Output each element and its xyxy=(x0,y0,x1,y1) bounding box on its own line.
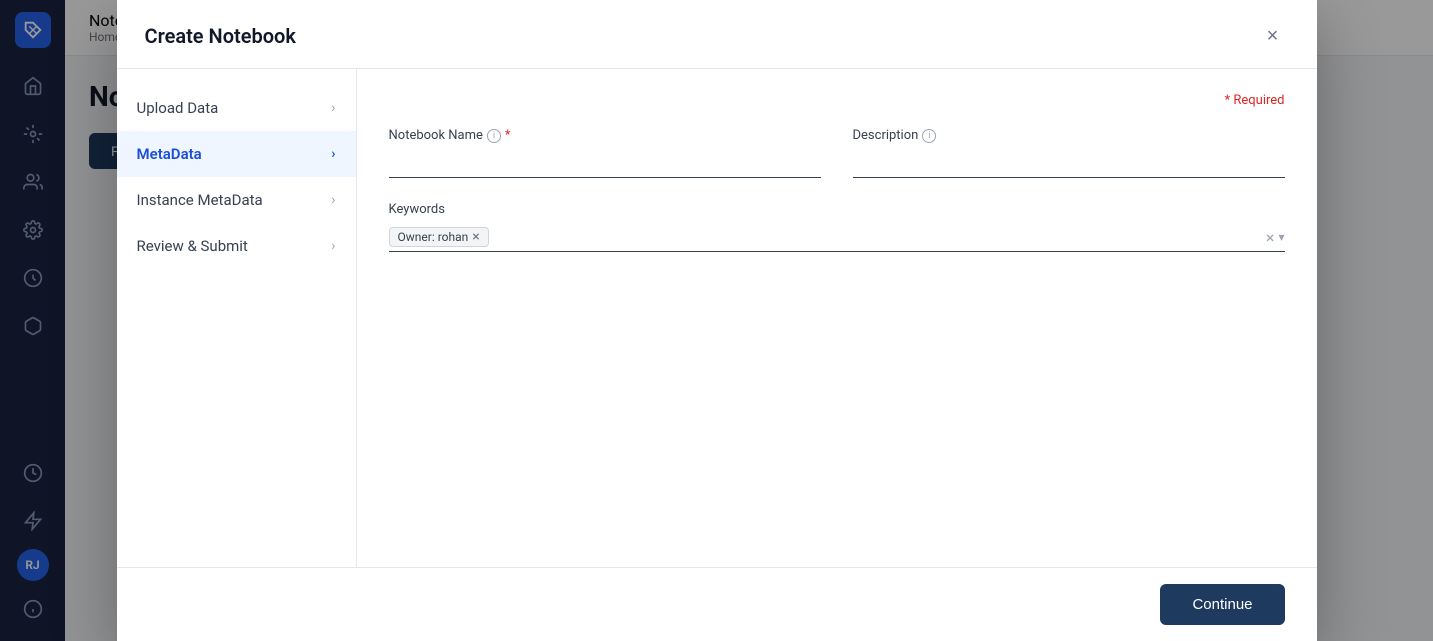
notebook-name-label: Notebook Name i * xyxy=(389,128,821,143)
keywords-dropdown-icon[interactable]: ▾ xyxy=(1278,230,1284,244)
step-metadata-label: MetaData xyxy=(137,145,202,163)
keywords-controls[interactable]: × ▾ xyxy=(1266,228,1285,247)
step-review-submit[interactable]: Review & Submit › xyxy=(117,223,356,269)
continue-button[interactable]: Continue xyxy=(1160,584,1284,625)
modal-body: Upload Data › MetaData › Instance MetaDa… xyxy=(117,69,1317,567)
form-spacer xyxy=(389,276,1285,543)
notebook-name-info-icon: i xyxy=(487,129,501,143)
step-upload-data-label: Upload Data xyxy=(137,99,219,117)
keywords-field: Keywords Owner: rohan × × ▾ xyxy=(389,202,1285,252)
description-info-icon: i xyxy=(922,129,936,143)
keywords-input-container[interactable]: Owner: rohan × × ▾ xyxy=(389,223,1285,252)
required-note: * Required xyxy=(389,93,1285,108)
modal-box: Create Notebook × Upload Data › MetaData… xyxy=(117,0,1317,641)
create-notebook-modal: Create Notebook × Upload Data › MetaData… xyxy=(0,0,1433,641)
description-field: Description i xyxy=(853,128,1285,178)
step-upload-data-chevron: › xyxy=(331,100,335,116)
form-row-name-desc: Notebook Name i * Description i xyxy=(389,128,1285,178)
wizard-steps: Upload Data › MetaData › Instance MetaDa… xyxy=(117,69,357,567)
form-area: * Required Notebook Name i * xyxy=(357,69,1317,567)
step-metadata-chevron: › xyxy=(331,146,335,162)
keyword-tag-remove[interactable]: × xyxy=(472,230,479,244)
modal-title: Create Notebook xyxy=(145,24,296,48)
modal-close-button[interactable]: × xyxy=(1257,20,1289,52)
step-instance-metadata[interactable]: Instance MetaData › xyxy=(117,177,356,223)
keyword-tag-label: Owner: rohan xyxy=(398,230,469,244)
step-upload-data[interactable]: Upload Data › xyxy=(117,85,356,131)
keywords-label: Keywords xyxy=(389,202,1285,217)
keyword-tag-owner-rohan: Owner: rohan × xyxy=(389,227,489,247)
step-metadata[interactable]: MetaData › xyxy=(117,131,356,177)
keywords-clear-icon[interactable]: × xyxy=(1266,228,1275,247)
step-instance-metadata-chevron: › xyxy=(331,192,335,208)
step-review-submit-chevron: › xyxy=(331,238,335,254)
notebook-name-input[interactable] xyxy=(389,149,821,178)
step-review-submit-label: Review & Submit xyxy=(137,237,248,255)
description-label: Description i xyxy=(853,128,1285,143)
modal-header: Create Notebook × xyxy=(117,0,1317,69)
notebook-name-field: Notebook Name i * xyxy=(389,128,821,178)
modal-footer: Continue xyxy=(117,567,1317,641)
step-instance-metadata-label: Instance MetaData xyxy=(137,191,263,209)
notebook-name-required: * xyxy=(505,128,511,143)
description-input[interactable] xyxy=(853,149,1285,178)
